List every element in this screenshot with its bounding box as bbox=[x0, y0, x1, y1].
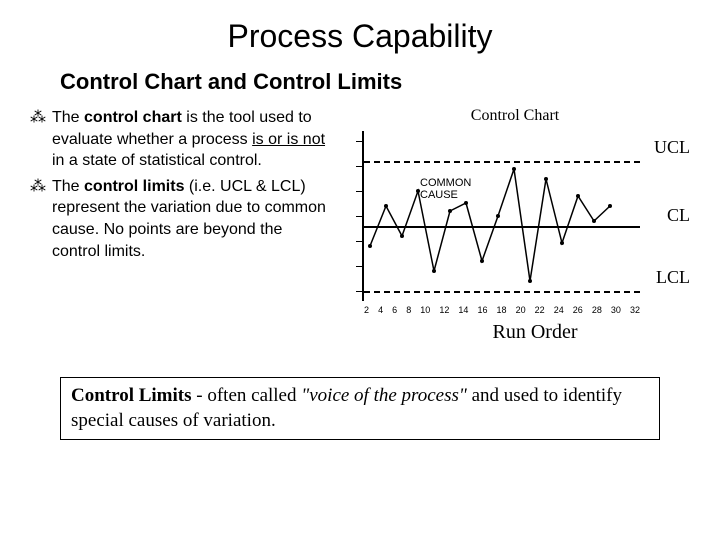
bullet-list: ⁂ The control chart is the tool used to … bbox=[30, 107, 330, 347]
cl-label: CL bbox=[667, 205, 690, 226]
ucl-label: UCL bbox=[654, 137, 690, 158]
list-item: ⁂ The control limits (i.e. UCL & LCL) re… bbox=[30, 176, 330, 262]
page-title: Process Capability bbox=[30, 18, 690, 55]
list-item: ⁂ The control chart is the tool used to … bbox=[30, 107, 330, 172]
bullet-text: The control limits (i.e. UCL & LCL) repr… bbox=[52, 176, 330, 262]
lcl-label: LCL bbox=[656, 267, 690, 288]
control-chart: Control Chart bbox=[340, 107, 690, 347]
bullet-text: The control chart is the tool used to ev… bbox=[52, 107, 330, 172]
bullet-icon: ⁂ bbox=[30, 176, 46, 262]
x-axis-ticks: 2468 10121416 18202224 26283032 bbox=[364, 305, 640, 315]
bullet-icon: ⁂ bbox=[30, 107, 46, 172]
chart-annotation: COMMONCAUSE bbox=[420, 177, 471, 201]
chart-title: Control Chart bbox=[340, 107, 690, 125]
x-axis-label: Run Order bbox=[380, 321, 690, 344]
footnote-box: Control Limits - often called "voice of … bbox=[60, 377, 660, 440]
section-heading: Control Chart and Control Limits bbox=[60, 69, 690, 95]
data-line bbox=[350, 131, 620, 301]
chart-plot: COMMONCAUSE 2468 10121416 18202224 26283… bbox=[350, 131, 640, 301]
